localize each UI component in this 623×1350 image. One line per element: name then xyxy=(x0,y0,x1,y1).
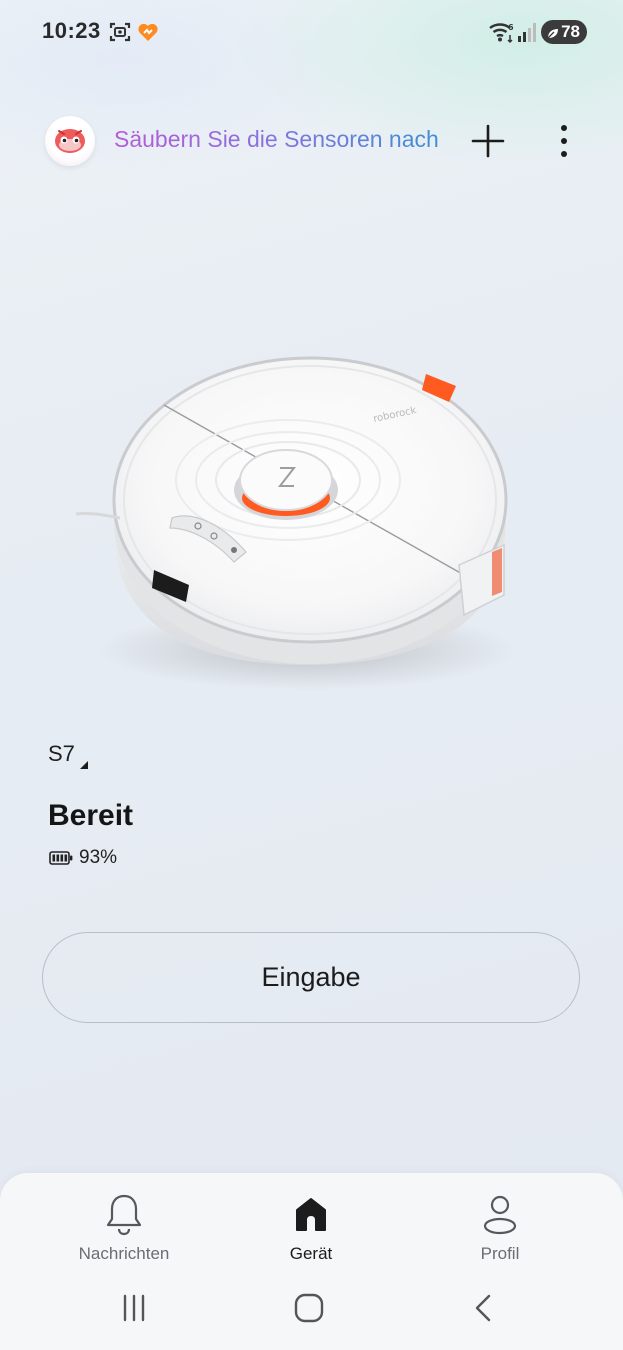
app-header: Säubern Sie die Sensoren nach xyxy=(0,112,623,170)
home-circle-icon[interactable] xyxy=(289,1290,329,1326)
person-icon xyxy=(480,1192,520,1236)
nav-label-messages: Nachrichten xyxy=(78,1244,170,1263)
nav-label-profile: Profil xyxy=(480,1244,520,1263)
nav-profile[interactable]: Profil xyxy=(425,1192,575,1272)
bell-icon xyxy=(104,1192,144,1236)
announcement-ticker[interactable]: Säubern Sie die Sensoren nach xyxy=(114,126,440,156)
more-vertical-icon xyxy=(561,125,567,157)
back-icon[interactable] xyxy=(464,1290,504,1326)
plus-icon xyxy=(471,124,505,158)
nav-messages[interactable]: Nachrichten xyxy=(49,1192,199,1272)
screenshot-icon xyxy=(108,20,132,49)
signal-icon xyxy=(517,20,537,49)
corner-triangle-icon xyxy=(80,756,88,769)
battery-percent: 93% xyxy=(79,847,118,868)
nav-label-device: Gerät xyxy=(289,1244,333,1263)
battery-saver-icon xyxy=(546,25,559,39)
home-icon xyxy=(291,1192,331,1236)
recent-apps-icon[interactable] xyxy=(114,1290,154,1326)
enter-device-button[interactable]: Eingabe xyxy=(42,932,580,1023)
battery-level: 78 xyxy=(561,22,580,41)
add-device-button[interactable] xyxy=(465,118,511,164)
robot-vacuum-image[interactable]: roborock xyxy=(74,330,534,710)
status-time: 10:23 xyxy=(42,18,101,43)
device-name[interactable]: S7 xyxy=(48,741,75,767)
app-heart-icon xyxy=(136,20,160,49)
device-status: Bereit xyxy=(48,799,134,832)
battery-icon xyxy=(49,851,73,865)
svg-text:6: 6 xyxy=(508,23,514,32)
mascot-avatar-icon[interactable] xyxy=(45,116,95,166)
status-bar: 10:23 6 78 xyxy=(0,0,623,64)
device-battery: 93% xyxy=(49,847,117,869)
nav-device[interactable]: Gerät xyxy=(236,1192,386,1272)
battery-indicator: 78 xyxy=(541,20,587,44)
wifi-icon: 6 xyxy=(488,20,516,49)
more-menu-button[interactable] xyxy=(541,118,587,164)
